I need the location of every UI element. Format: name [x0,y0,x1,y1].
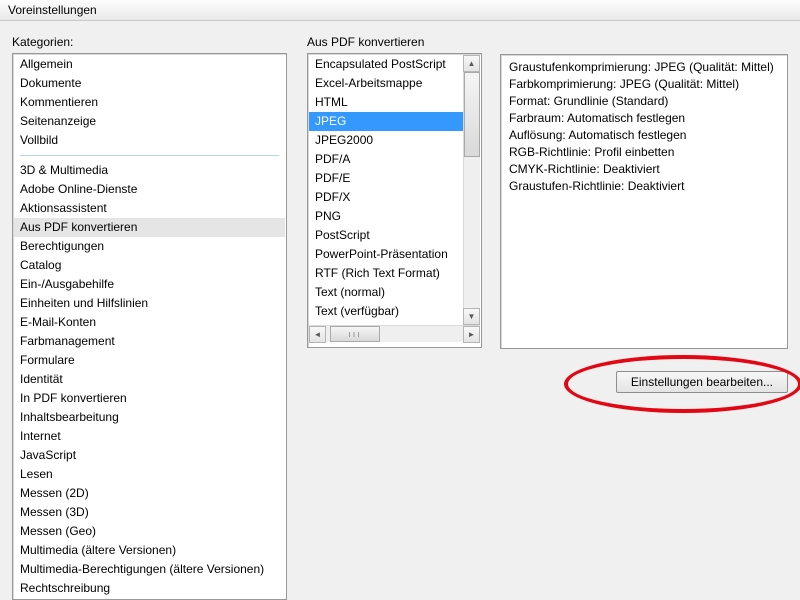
format-item[interactable]: PostScript [309,226,480,245]
scroll-left-arrow-icon[interactable]: ◄ [309,326,326,343]
category-item[interactable]: Inhaltsbearbeitung [14,408,285,427]
hscroll-thumb[interactable]: ııı [330,326,380,342]
category-item[interactable]: Allgemein [14,55,285,74]
format-item[interactable]: PDF/E [309,169,480,188]
format-item[interactable]: PowerPoint-Präsentation [309,245,480,264]
formats-inner: Encapsulated PostScriptExcel-Arbeitsmapp… [309,55,480,325]
formats-vertical-scrollbar[interactable]: ▲ ▼ [463,55,480,325]
category-item[interactable]: Kommentieren [14,93,285,112]
category-item[interactable]: Ein-/Ausgabehilfe [14,275,285,294]
format-settings-panel: Graustufenkomprimierung: JPEG (Qualität:… [500,54,788,349]
formats-horizontal-scrollbar[interactable]: ◄ ııı ► [309,325,480,342]
setting-line: Format: Grundlinie (Standard) [509,93,779,110]
window-title: Voreinstellungen [8,3,97,17]
setting-line: Graustufenkomprimierung: JPEG (Qualität:… [509,59,779,76]
category-item[interactable]: In PDF konvertieren [14,389,285,408]
format-item[interactable]: Encapsulated PostScript [309,55,480,74]
category-item[interactable]: Farbmanagement [14,332,285,351]
format-item[interactable]: PDF/X [309,188,480,207]
format-item[interactable]: JPEG [309,112,480,131]
formats-label: Aus PDF konvertieren [307,35,482,49]
format-item[interactable]: PDF/A [309,150,480,169]
category-item[interactable]: 3D & Multimedia [14,161,285,180]
category-item[interactable]: Messen (2D) [14,484,285,503]
category-item[interactable]: Seitenanzeige [14,112,285,131]
scroll-down-arrow-icon[interactable]: ▼ [463,308,480,325]
category-item[interactable]: Multimedia (ältere Versionen) [14,541,285,560]
format-item[interactable]: HTML [309,93,480,112]
right-column: Aus PDF konvertieren Encapsulated PostSc… [307,35,788,600]
category-item[interactable]: Dokumente [14,74,285,93]
setting-line: Farbkomprimierung: JPEG (Qualität: Mitte… [509,76,779,93]
format-item[interactable]: RTF (Rich Text Format) [309,264,480,283]
formats-listbox[interactable]: Encapsulated PostScriptExcel-Arbeitsmapp… [307,53,482,348]
scroll-thumb[interactable] [464,72,480,157]
category-item[interactable]: Berechtigungen [14,237,285,256]
category-item[interactable]: Rechtschreibung [14,579,285,598]
category-item[interactable]: Adobe Online-Dienste [14,180,285,199]
scroll-track[interactable] [463,72,480,308]
category-item[interactable]: Aktionsassistent [14,199,285,218]
content-area: Kategorien: AllgemeinDokumenteKommentier… [0,21,800,600]
categories-listbox[interactable]: AllgemeinDokumenteKommentierenSeitenanze… [12,53,287,600]
category-separator [20,155,279,156]
category-item[interactable]: Vollbild [14,131,285,150]
setting-line: CMYK-Richtlinie: Deaktiviert [509,161,779,178]
category-item[interactable]: Aus PDF konvertieren [14,218,285,237]
scroll-right-arrow-icon[interactable]: ► [463,326,480,343]
setting-line: Graustufen-Richtlinie: Deaktiviert [509,178,779,195]
categories-label: Kategorien: [12,35,287,49]
setting-line: Farbraum: Automatisch festlegen [509,110,779,127]
category-item[interactable]: Internet [14,427,285,446]
category-item[interactable]: Einheiten und Hilfslinien [14,294,285,313]
category-item[interactable]: Messen (3D) [14,503,285,522]
category-item[interactable]: E-Mail-Konten [14,313,285,332]
format-item[interactable]: Text (verfügbar) [309,302,480,321]
formats-column: Aus PDF konvertieren Encapsulated PostSc… [307,35,482,349]
right-row: Aus PDF konvertieren Encapsulated PostSc… [307,35,788,349]
category-item[interactable]: Lesen [14,465,285,484]
format-item[interactable]: JPEG2000 [309,131,480,150]
hscroll-track[interactable]: ııı [326,326,463,342]
format-item[interactable]: PNG [309,207,480,226]
format-item[interactable]: Excel-Arbeitsmappe [309,74,480,93]
window-titlebar: Voreinstellungen [0,0,800,21]
category-item[interactable]: Identität [14,370,285,389]
setting-line: RGB-Richtlinie: Profil einbetten [509,144,779,161]
format-item[interactable]: Text (normal) [309,283,480,302]
button-row: Einstellungen bearbeiten... [307,371,788,393]
setting-line: Auflösung: Automatisch festlegen [509,127,779,144]
category-item[interactable]: JavaScript [14,446,285,465]
preferences-window: Voreinstellungen Kategorien: AllgemeinDo… [0,0,800,600]
scroll-up-arrow-icon[interactable]: ▲ [463,55,480,72]
category-item[interactable]: Messen (Geo) [14,522,285,541]
category-item[interactable]: Formulare [14,351,285,370]
category-item[interactable]: Catalog [14,256,285,275]
categories-column: Kategorien: AllgemeinDokumenteKommentier… [12,35,287,600]
category-item[interactable]: Multimedia-Berechtigungen (ältere Versio… [14,560,285,579]
edit-settings-button[interactable]: Einstellungen bearbeiten... [616,371,788,393]
